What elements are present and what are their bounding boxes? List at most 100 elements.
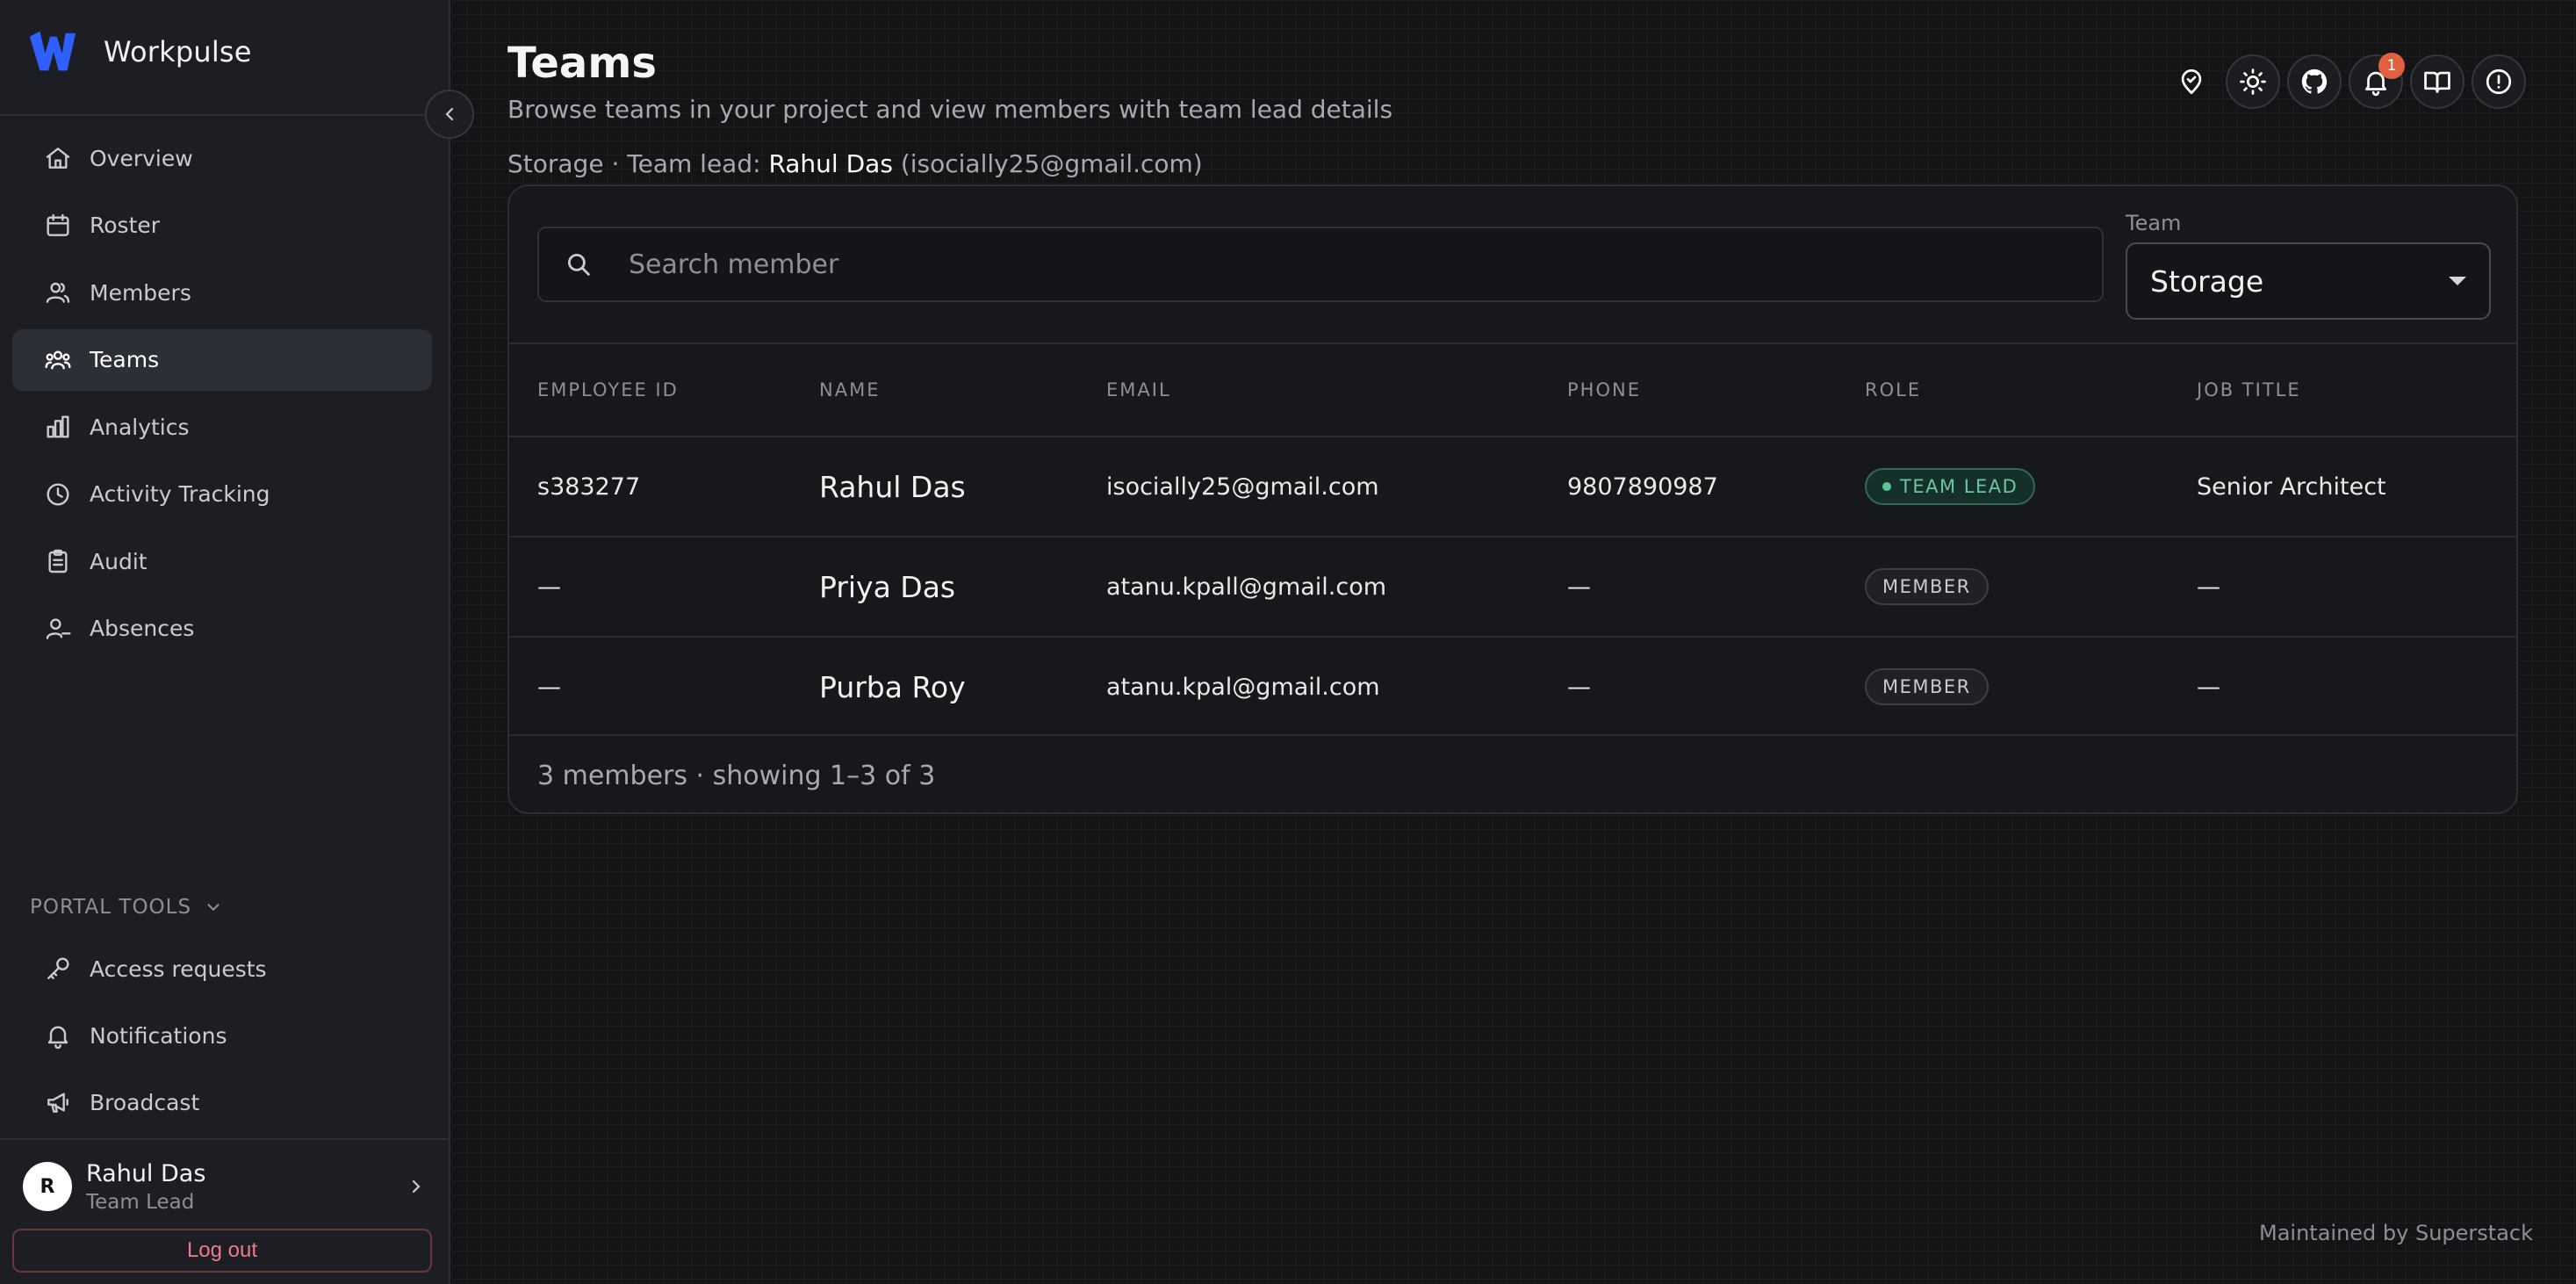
table-row[interactable]: s383277 Rahul Das isocially25@gmail.com …	[509, 436, 2516, 536]
collapse-sidebar-button[interactable]	[425, 90, 474, 139]
table-row[interactable]: — Purba Roy atanu.kpal@gmail.com — MEMBE…	[509, 636, 2516, 736]
role-cell: TEAM LEAD	[1865, 437, 2036, 536]
team-select-value: Storage	[2150, 263, 2264, 299]
portal-tools-list: Access requests Notifications Broadcast	[12, 938, 432, 1138]
portal-tools-title: PORTAL TOOLS	[30, 896, 192, 919]
chevron-down-icon	[207, 904, 219, 912]
team-lead-info: Storage · Team lead: Rahul Das (isociall…	[507, 149, 1203, 178]
nav-item-access-requests[interactable]: Access requests	[12, 938, 432, 999]
nav-item-analytics[interactable]: Analytics	[12, 396, 432, 458]
nav-item-broadcast[interactable]: Broadcast	[12, 1071, 432, 1133]
job-title-cell: —	[2197, 573, 2220, 601]
nav-label: Teams	[90, 347, 160, 372]
notification-count-badge: 1	[2378, 53, 2405, 79]
nav-label: Analytics	[90, 414, 190, 440]
github-button[interactable]	[2287, 54, 2342, 109]
column-header[interactable]: EMPLOYEE ID	[537, 344, 679, 436]
table-row[interactable]: — Priya Das atanu.kpall@gmail.com — MEMB…	[509, 536, 2516, 636]
nav-label: Activity Tracking	[90, 481, 270, 507]
main-content: Teams Browse teams in your project and v…	[452, 0, 2576, 1284]
nav-item-notifications[interactable]: Notifications	[12, 1005, 432, 1066]
header-actions: 1	[2164, 53, 2526, 109]
employee-id-cell: s383277	[537, 472, 641, 501]
nav-label: Absences	[90, 616, 195, 641]
table-summary: 3 members · showing 1–3 of 3	[509, 734, 2516, 812]
user-card[interactable]: R Rahul Das Team Lead	[23, 1156, 427, 1217]
nav-item-roster[interactable]: Roster	[12, 195, 432, 256]
column-header[interactable]: EMAIL	[1106, 344, 1171, 436]
clock-icon	[47, 482, 69, 506]
team-lead-email: (isocially25@gmail.com)	[900, 149, 1203, 178]
employee-id-cell: —	[537, 673, 561, 701]
nav-label: Roster	[90, 213, 161, 238]
page-title: Teams	[507, 39, 657, 88]
theme-toggle-button[interactable]	[2226, 54, 2280, 109]
location-button[interactable]	[2164, 54, 2219, 109]
nav-item-audit[interactable]: Audit	[12, 530, 432, 592]
workpulse-logo-icon	[29, 31, 76, 71]
column-header[interactable]: PHONE	[1567, 344, 1641, 436]
team-filter-label: Team	[2126, 211, 2182, 235]
user-name: Rahul Das	[86, 1159, 206, 1187]
members-card: Team Storage EMPLOYEE ID NAME EMAIL PHON…	[507, 184, 2518, 814]
name-cell: Priya Das	[819, 569, 956, 604]
chevron-left-icon	[445, 107, 454, 121]
maintained-by-note: Maintained by Superstack	[2259, 1221, 2534, 1245]
logout-button[interactable]: Log out	[12, 1229, 432, 1273]
nav-item-members[interactable]: Members	[12, 262, 432, 323]
location-pin-icon	[2181, 69, 2202, 95]
clipboard-icon	[48, 549, 68, 573]
name-cell: Rahul Das	[819, 469, 966, 504]
avatar: R	[23, 1162, 72, 1211]
page-subtitle: Browse teams in your project and view me…	[507, 95, 1393, 124]
nav-item-overview[interactable]: Overview	[12, 127, 432, 189]
table-header-row: EMPLOYEE ID NAME EMAIL PHONE ROLE JOB TI…	[509, 343, 2516, 436]
nav-label: Notifications	[90, 1022, 227, 1049]
github-icon	[2301, 69, 2328, 94]
search-input[interactable]	[629, 249, 2102, 280]
dropdown-caret-icon	[2449, 277, 2466, 285]
team-select[interactable]: Storage	[2126, 242, 2491, 320]
role-cell: MEMBER	[1865, 537, 1989, 636]
nav-item-activity-tracking[interactable]: Activity Tracking	[12, 464, 432, 525]
members-table: EMPLOYEE ID NAME EMAIL PHONE ROLE JOB TI…	[509, 343, 2516, 736]
role-badge: MEMBER	[1865, 668, 1989, 705]
alert-button[interactable]	[2472, 54, 2526, 109]
bell-icon	[47, 1026, 68, 1050]
portal-tools-toggle[interactable]: PORTAL TOOLS	[30, 896, 223, 919]
main-nav: Overview Roster Members Teams Analytics …	[12, 127, 432, 665]
chevron-right-icon	[412, 1179, 421, 1194]
megaphone-icon	[47, 1093, 68, 1113]
brand[interactable]: Workpulse	[26, 25, 252, 79]
nav-label: Overview	[90, 145, 193, 171]
divider	[0, 1138, 450, 1140]
role-badge: TEAM LEAD	[1865, 468, 2036, 505]
docs-button[interactable]	[2410, 54, 2464, 109]
key-icon	[47, 957, 69, 979]
search-icon	[567, 253, 590, 276]
user-role: Team Lead	[86, 1190, 195, 1214]
column-header[interactable]: JOB TITLE	[2197, 344, 2301, 436]
name-cell: Purba Roy	[819, 669, 966, 704]
column-header[interactable]: ROLE	[1865, 344, 1921, 436]
role-cell: MEMBER	[1865, 638, 1989, 736]
divider	[0, 114, 450, 116]
email-cell: atanu.kpall@gmail.com	[1106, 573, 1387, 601]
alert-circle-icon	[2486, 69, 2512, 95]
team-lead-name: Rahul Das	[768, 149, 893, 178]
role-badge-label: TEAM LEAD	[1900, 476, 2018, 497]
nav-label: Audit	[90, 548, 148, 574]
sun-icon	[2240, 69, 2266, 95]
nav-item-teams[interactable]: Teams	[12, 328, 432, 391]
nav-item-absences[interactable]: Absences	[12, 598, 432, 660]
role-badge: MEMBER	[1865, 568, 1989, 605]
status-dot-icon	[1882, 482, 1891, 491]
book-open-icon	[2424, 71, 2450, 93]
column-header[interactable]: NAME	[819, 344, 880, 436]
nav-label: Broadcast	[90, 1089, 200, 1115]
job-title-cell: Senior Architect	[2197, 472, 2386, 501]
phone-cell: —	[1567, 573, 1591, 601]
phone-cell: 9807890987	[1567, 472, 1718, 501]
search-box	[537, 227, 2104, 302]
notifications-button[interactable]: 1	[2349, 53, 2405, 109]
